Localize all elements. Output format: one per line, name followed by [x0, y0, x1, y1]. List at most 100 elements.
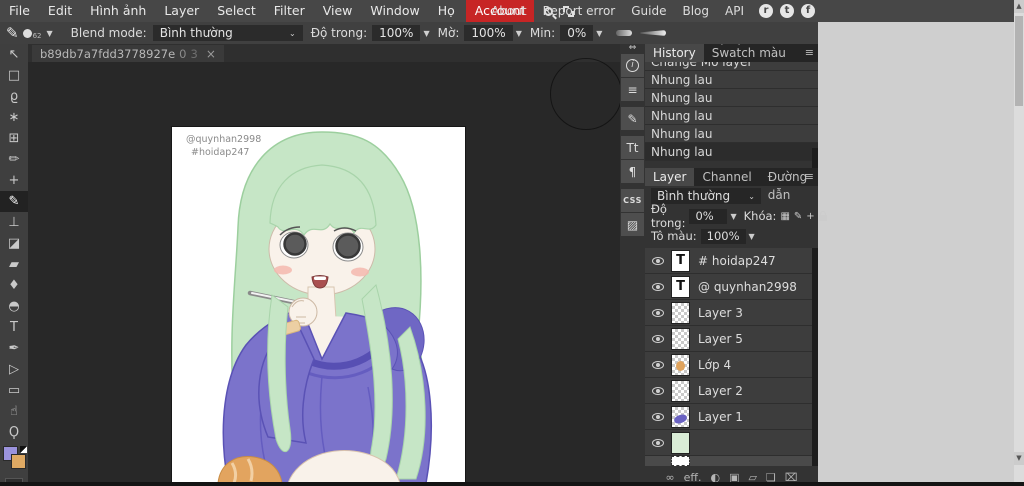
reddit-icon[interactable]: r [759, 4, 773, 18]
link-api[interactable]: API [717, 4, 752, 18]
menu-layer[interactable]: Layer [155, 0, 208, 22]
pen-tool[interactable]: ✒ [0, 338, 28, 359]
tab-layer[interactable]: Layer [645, 168, 695, 186]
document-tab[interactable]: b89db7a7fdd3778927e 0 3 × [32, 45, 224, 62]
character-panel-icon[interactable]: Tt [621, 136, 644, 159]
clone-stamp-tool[interactable]: ⊥ [0, 212, 28, 233]
lock-move-icon[interactable]: + [806, 211, 814, 222]
menu-file[interactable]: File [0, 0, 39, 22]
layer-thumbnail[interactable] [671, 405, 690, 428]
tab-channel[interactable]: Channel [694, 168, 759, 186]
layer-row[interactable]: T @ quynhan2998 [645, 274, 818, 300]
visibility-eye-icon[interactable] [645, 360, 671, 369]
visibility-eye-icon[interactable] [645, 256, 671, 265]
visibility-eye-icon[interactable] [645, 386, 671, 395]
chevron-down-icon[interactable]: ▼ [596, 29, 602, 38]
eyedropper-tool[interactable]: ✏ [0, 149, 28, 170]
background-color-swatch[interactable] [11, 454, 26, 469]
chevron-down-icon[interactable]: ▼ [730, 212, 736, 221]
paragraph-panel-icon[interactable]: ¶ [621, 160, 644, 183]
text-layer-thumbnail[interactable]: T [671, 249, 690, 272]
link-about[interactable]: About [483, 4, 534, 18]
menu-select[interactable]: Select [208, 0, 265, 22]
scrollbar-down-icon[interactable]: ▼ [1014, 452, 1024, 465]
history-item[interactable]: Nhung lau [645, 125, 818, 143]
artwork-canvas[interactable]: @quynhan2998 #hoidap247 [172, 127, 465, 483]
chevron-down-icon[interactable]: ▼ [516, 29, 522, 38]
twitter-icon[interactable]: t [780, 4, 794, 18]
healing-tool[interactable]: + [0, 170, 28, 191]
chevron-down-icon[interactable]: ▼ [749, 232, 755, 241]
pressure-size-toggle[interactable] [616, 30, 633, 36]
layer-thumbnail[interactable] [671, 327, 690, 350]
visibility-eye-icon[interactable] [645, 308, 671, 317]
layer-opacity-field[interactable]: 0% [689, 208, 728, 224]
menu-image[interactable]: Hình ảnh [81, 0, 155, 22]
crop-tool[interactable]: ⊞ [0, 128, 28, 149]
menu-window[interactable]: Window [361, 0, 428, 22]
chevron-down-icon[interactable]: ▼ [423, 29, 429, 38]
css-panel-icon[interactable]: CSS [621, 189, 644, 212]
history-item-selected[interactable]: Nhung lau [645, 143, 818, 161]
type-tool[interactable]: T [0, 317, 28, 338]
blur-tool[interactable]: ♦ [0, 275, 28, 296]
history-item[interactable]: Nhung lau [645, 107, 818, 125]
link-blog[interactable]: Blog [674, 4, 717, 18]
eraser-tool[interactable]: ◪ [0, 233, 28, 254]
visibility-eye-icon[interactable] [645, 412, 671, 421]
active-tool-icon[interactable]: ✎ [6, 24, 19, 42]
default-colors-icon[interactable] [20, 446, 27, 453]
layer-row[interactable]: Layer 3 [645, 300, 818, 326]
layer-thumbnail[interactable] [671, 431, 690, 454]
adjustments-panel-icon[interactable]: ≡ [621, 78, 644, 101]
info-panel-icon[interactable]: i [621, 54, 644, 77]
brush-preset-picker[interactable]: 62 ▼ [22, 26, 53, 40]
layer-list-scrollbar[interactable] [812, 248, 818, 466]
browser-scrollbar[interactable]: ▲ ▼ [1014, 0, 1024, 486]
layer-thumbnail[interactable] [671, 301, 690, 324]
fill-field[interactable]: 100% [700, 228, 746, 244]
blend-mode-select[interactable]: Bình thường ⌄ [152, 25, 303, 41]
layer-row-partial[interactable] [645, 456, 818, 466]
lock-all-icon[interactable] [818, 210, 827, 221]
scrollbar-up-icon[interactable]: ▲ [1014, 0, 1024, 13]
layer-row[interactable] [645, 430, 818, 456]
pressure-opacity-toggle[interactable] [640, 30, 667, 36]
move-tool[interactable]: ↖ [0, 44, 28, 65]
text-layer-thumbnail[interactable]: T [671, 275, 690, 298]
zoom-tool[interactable]: Ϙ [0, 422, 28, 443]
visibility-eye-icon[interactable] [645, 334, 671, 343]
layer-row[interactable]: Lớp 4 [645, 352, 818, 378]
close-icon[interactable]: × [206, 47, 216, 61]
marquee-tool[interactable]: □ [0, 65, 28, 86]
facebook-icon[interactable]: f [801, 4, 815, 18]
collapse-panels-icon[interactable]: ⇔ [620, 44, 645, 53]
hand-tool[interactable]: ☝ [0, 401, 28, 422]
layer-row[interactable]: T # hoidap247 [645, 248, 818, 274]
link-guide[interactable]: Guide [623, 4, 674, 18]
lasso-tool[interactable]: ϱ [0, 86, 28, 107]
layer-thumbnail[interactable] [671, 379, 690, 402]
menu-edit[interactable]: Edit [39, 0, 81, 22]
history-item[interactable]: Nhung lau [645, 89, 818, 107]
layer-row[interactable]: Layer 5 [645, 326, 818, 352]
brush-settings-panel-icon[interactable]: ✎ [621, 107, 644, 130]
visibility-eye-icon[interactable] [645, 282, 671, 291]
flow-field[interactable]: 100% [464, 25, 513, 41]
history-item[interactable]: Nhung lau [645, 71, 818, 89]
shape-tool[interactable]: ▭ [0, 380, 28, 401]
panel-menu-icon[interactable]: ≡ [805, 168, 814, 186]
history-item[interactable]: Change Mờ layer [645, 62, 818, 71]
visibility-eye-icon[interactable] [645, 438, 671, 447]
menu-view[interactable]: View [314, 0, 362, 22]
layer-row[interactable]: Layer 2 [645, 378, 818, 404]
min-field[interactable]: 0% [560, 25, 594, 41]
layer-row[interactable]: Layer 1 [645, 404, 818, 430]
magic-wand-tool[interactable]: ∗ [0, 107, 28, 128]
link-report-error[interactable]: Report error [535, 4, 624, 18]
path-select-tool[interactable]: ▷ [0, 359, 28, 380]
history-scrollbar[interactable] [812, 148, 818, 168]
image-panel-icon[interactable]: ▨ [621, 213, 644, 236]
background-layer-thumbnail[interactable] [671, 456, 690, 466]
lock-paint-icon[interactable]: ✎ [794, 211, 802, 222]
